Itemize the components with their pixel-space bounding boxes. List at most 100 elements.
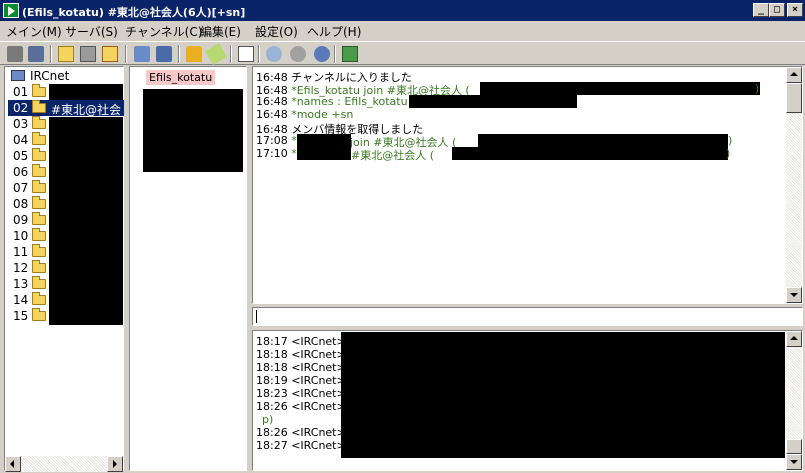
log-line-tail: ) [755,82,760,95]
dcc-send-icon[interactable] [134,46,150,62]
folder-icon [32,84,46,97]
redacted-block [49,84,123,100]
tree-item-number: 13 [13,277,29,291]
folder-icon [32,180,46,193]
nick-list: Efils_kotatu [129,66,247,471]
log-line: 18:18 <IRCnet> [256,361,346,374]
channel-part-icon[interactable] [80,46,96,62]
tree-item-02[interactable]: 02 #東北@社会 [8,100,124,117]
tree-horizontal-scrollbar[interactable] [5,456,123,472]
server-connect-icon[interactable] [7,46,23,62]
tree-item-number: 12 [13,261,29,275]
search-icon[interactable] [266,46,282,62]
folder-icon [32,228,46,241]
redacted-block [297,147,351,160]
scroll-up-button[interactable] [786,331,802,347]
server-log-scrollbar[interactable] [786,331,802,470]
log-line: 18:19 <IRCnet> [256,374,346,387]
menu-bar: メイン(M) サーバ(S) チャンネル(C) 編集(E) 設定(O) ヘルプ(H… [0,21,805,41]
folder-icon [32,308,46,321]
tree-item-number: 04 [13,133,29,147]
message-input-box[interactable] [252,307,803,326]
tree-item-number: 05 [13,149,29,163]
server-icon [11,70,25,81]
log-line: 18:26 <IRCnet> [256,400,346,413]
scroll-right-button[interactable] [107,456,123,472]
tree-item-number: 07 [13,181,29,195]
toolbar [0,41,805,65]
redacted-block [49,117,123,325]
scroll-up-button[interactable] [786,67,802,83]
minimize-button[interactable]: _ [753,3,769,17]
log-line: p) [262,413,274,426]
channel-list-icon[interactable] [102,46,118,62]
redacted-block [143,89,243,172]
tree-root-label: IRCnet [30,69,70,83]
redacted-block [478,134,728,147]
talk-icon[interactable] [290,46,306,62]
log-line: 16:48 メンバ情報を取得しました [256,123,424,136]
tree-item-number: 09 [13,213,29,227]
channel-join-icon[interactable] [58,46,74,62]
log-line: 16:48 *Efils_kotatu join #東北@社会人 ( [256,84,470,97]
log-line-mid: #東北@社会人 ( [351,149,435,162]
edit-icon[interactable] [205,43,227,65]
lock-icon[interactable] [186,46,202,62]
log-line-tail: ) [728,134,733,147]
redacted-block [480,82,760,95]
redacted-block [341,332,785,458]
sound-icon[interactable] [314,46,330,62]
folder-icon [32,132,46,145]
exit-icon[interactable] [342,46,358,62]
log-line: 18:18 <IRCnet> [256,348,346,361]
maximize-button[interactable]: □ [769,3,785,17]
tree-item-number: 11 [13,245,29,259]
tree-item-number: 14 [13,293,29,307]
log-line: 18:23 <IRCnet> [256,387,346,400]
checklist-icon[interactable] [238,46,254,62]
text-cursor [256,310,257,323]
folder-icon [32,244,46,257]
log-line: 16:48 チャンネルに入りました [256,71,412,84]
log-line: 17:08 * [256,134,297,147]
scroll-thumb[interactable] [786,439,802,454]
folder-icon [32,260,46,273]
tree-root-ircnet[interactable]: IRCnet [8,68,124,84]
tree-item-number: 08 [13,197,29,211]
menu-edit[interactable]: 編集(E) [200,23,241,40]
menu-help[interactable]: ヘルプ(H) [307,23,361,40]
log-line: 17:10 * [256,147,297,160]
redacted-block [409,95,577,108]
tree-item-number: 15 [13,309,29,323]
scroll-left-button[interactable] [5,456,21,472]
app-icon [3,3,19,18]
folder-icon [32,196,46,209]
log-line: 18:26 <IRCnet> [256,426,346,439]
channel-log-scrollbar[interactable] [786,67,802,303]
log-line: 16:48 *mode +sn [256,108,354,121]
scroll-thumb[interactable] [786,83,802,113]
nick-self[interactable]: Efils_kotatu [146,70,216,85]
redacted-block [297,134,351,147]
folder-icon [32,116,46,129]
window-title: (Efils_kotatu) #東北@社会人(6人)[+sn] [22,6,246,19]
scroll-down-button[interactable] [786,454,802,470]
log-line: 18:17 <IRCnet> [256,335,346,348]
tree-item-number: 01 [13,85,29,99]
folder-icon [32,164,46,177]
channel-tree: IRCnet 01 02 #東北@社会 03 04 05 06 07 08 09… [4,66,124,472]
folder-icon [32,212,46,225]
tree-item-number: 02 [13,101,29,115]
menu-settings[interactable]: 設定(O) [255,23,298,40]
close-button[interactable]: × [787,3,803,17]
menu-channel[interactable]: チャンネル(C) [125,23,202,40]
log-line-tail: ) [726,147,731,160]
menu-main[interactable]: メイン(M) [6,23,62,40]
scroll-down-button[interactable] [786,287,802,303]
tree-item-number: 10 [13,229,29,243]
server-disconnect-icon[interactable] [28,46,44,62]
log-line: 16:48 *names : Efils_kotatu [256,95,408,108]
menu-server[interactable]: サーバ(S) [65,23,118,40]
tree-item-01[interactable]: 01 [8,84,124,100]
dcc-chat-icon[interactable] [156,46,172,62]
